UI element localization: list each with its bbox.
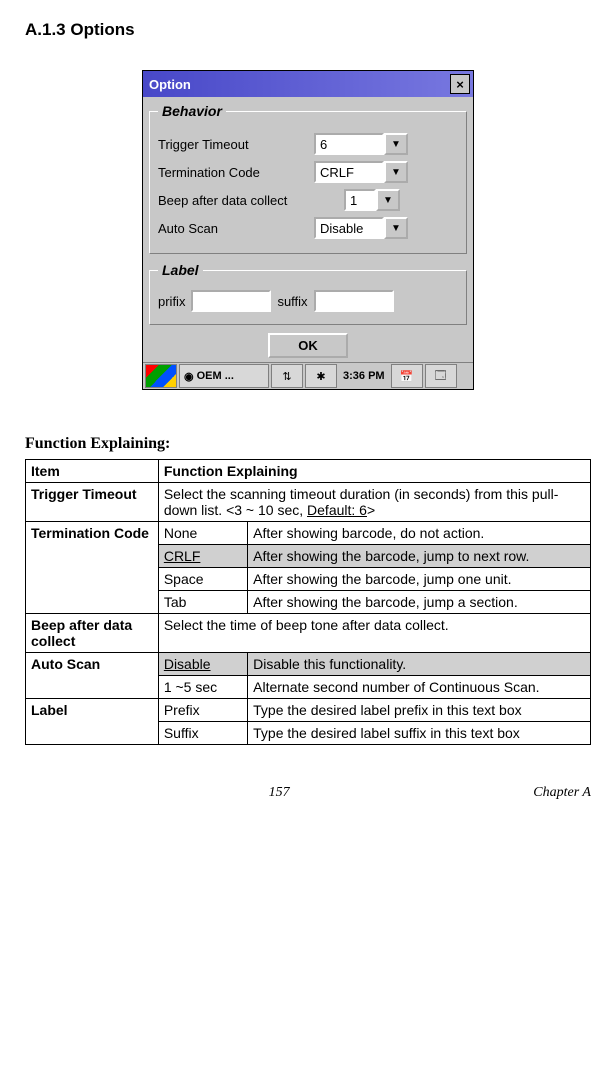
cell-desc: Select the scanning timeout duration (in…	[158, 483, 590, 522]
table-row: Label Prefix Type the desired label pref…	[26, 699, 591, 722]
trigger-timeout-value: 6	[314, 133, 384, 155]
option-window: Option × Behavior Trigger Timeout 6 ▼ Te…	[142, 70, 474, 390]
label-group: Label prifix suffix	[149, 262, 467, 325]
page-number: 157	[269, 785, 290, 801]
desktop-icon[interactable]: 🗔	[425, 364, 457, 388]
header-function: Function Explaining	[158, 460, 590, 483]
cell-option: CRLF	[158, 545, 247, 568]
ok-row: OK	[149, 333, 467, 358]
chevron-down-icon[interactable]: ▼	[376, 189, 400, 211]
cell-option: Prefix	[158, 699, 247, 722]
default-text: Default: 6	[307, 502, 367, 518]
taskbar-oem-label: OEM ...	[197, 370, 234, 382]
behavior-legend: Behavior	[158, 103, 226, 119]
cell-desc: After showing the barcode, jump a sectio…	[248, 591, 591, 614]
section-heading: A.1.3 Options	[25, 20, 591, 40]
cell-desc: Type the desired label prefix in this te…	[248, 699, 591, 722]
termination-code-dropdown[interactable]: CRLF ▼	[314, 161, 408, 183]
chevron-down-icon[interactable]: ▼	[384, 161, 408, 183]
taskbar: ◉ OEM ... ⇅ ✱ 3:36 PM 📅 🗔	[143, 362, 473, 389]
chevron-down-icon[interactable]: ▼	[384, 217, 408, 239]
cell-desc: Disable this functionality.	[248, 653, 591, 676]
cell-option: Disable	[158, 653, 247, 676]
cell-item: Auto Scan	[26, 653, 159, 699]
window-body: Behavior Trigger Timeout 6 ▼ Termination…	[143, 97, 473, 362]
cell-desc: Select the time of beep tone after data …	[158, 614, 590, 653]
table-row: Beep after data collect Select the time …	[26, 614, 591, 653]
cell-option: Space	[158, 568, 247, 591]
trigger-timeout-dropdown[interactable]: 6 ▼	[314, 133, 408, 155]
screenshot-container: Option × Behavior Trigger Timeout 6 ▼ Te…	[25, 70, 591, 390]
suffix-input[interactable]	[314, 290, 394, 312]
cell-item: Termination Code	[26, 522, 159, 614]
cell-option: Suffix	[158, 722, 247, 745]
text: >	[367, 502, 375, 518]
function-explaining-table: Item Function Explaining Trigger Timeout…	[25, 459, 591, 745]
title-bar: Option ×	[143, 71, 473, 97]
prefix-label: prifix	[158, 294, 185, 309]
cell-item: Label	[26, 699, 159, 745]
function-explaining-heading: Function Explaining:	[25, 435, 591, 453]
label-row: prifix suffix	[158, 290, 458, 312]
chevron-down-icon[interactable]: ▼	[384, 133, 408, 155]
auto-scan-label: Auto Scan	[158, 221, 308, 236]
auto-scan-value: Disable	[314, 217, 384, 239]
gear-icon: ◉	[184, 370, 194, 383]
cell-desc: After showing the barcode, jump one unit…	[248, 568, 591, 591]
cell-desc: Alternate second number of Continuous Sc…	[248, 676, 591, 699]
beep-row: Beep after data collect 1 ▼	[158, 189, 458, 211]
auto-scan-row: Auto Scan Disable ▼	[158, 217, 458, 239]
taskbar-time: 3:36 PM	[339, 365, 389, 387]
table-row: Auto Scan Disable Disable this functiona…	[26, 653, 591, 676]
ok-button[interactable]: OK	[268, 333, 348, 358]
network-icon[interactable]: ⇅	[271, 364, 303, 388]
chapter-label: Chapter A	[533, 785, 591, 801]
suffix-label: suffix	[277, 294, 307, 309]
beep-dropdown[interactable]: 1 ▼	[344, 189, 400, 211]
start-icon[interactable]	[145, 364, 177, 388]
bluetooth-icon[interactable]: ✱	[305, 364, 337, 388]
cell-item: Trigger Timeout	[26, 483, 159, 522]
close-icon[interactable]: ×	[450, 74, 470, 94]
cell-desc: After showing the barcode, jump to next …	[248, 545, 591, 568]
cell-desc: After showing barcode, do not action.	[248, 522, 591, 545]
calendar-icon[interactable]: 📅	[391, 364, 423, 388]
table-header-row: Item Function Explaining	[26, 460, 591, 483]
table-row: Trigger Timeout Select the scanning time…	[26, 483, 591, 522]
table-row: Termination Code None After showing barc…	[26, 522, 591, 545]
cell-option: Tab	[158, 591, 247, 614]
termination-code-row: Termination Code CRLF ▼	[158, 161, 458, 183]
termination-code-label: Termination Code	[158, 165, 308, 180]
prefix-input[interactable]	[191, 290, 271, 312]
label-legend: Label	[158, 262, 203, 278]
trigger-timeout-row: Trigger Timeout 6 ▼	[158, 133, 458, 155]
trigger-timeout-label: Trigger Timeout	[158, 137, 308, 152]
taskbar-oem-button[interactable]: ◉ OEM ...	[179, 364, 269, 388]
termination-code-value: CRLF	[314, 161, 384, 183]
auto-scan-dropdown[interactable]: Disable ▼	[314, 217, 408, 239]
page-footer: 157 Chapter A	[25, 785, 591, 801]
cell-option: None	[158, 522, 247, 545]
cell-desc: Type the desired label suffix in this te…	[248, 722, 591, 745]
behavior-group: Behavior Trigger Timeout 6 ▼ Termination…	[149, 103, 467, 254]
cell-option: 1 ~5 sec	[158, 676, 247, 699]
beep-label: Beep after data collect	[158, 193, 338, 208]
beep-value: 1	[344, 189, 376, 211]
cell-item: Beep after data collect	[26, 614, 159, 653]
window-title: Option	[149, 77, 191, 92]
header-item: Item	[26, 460, 159, 483]
